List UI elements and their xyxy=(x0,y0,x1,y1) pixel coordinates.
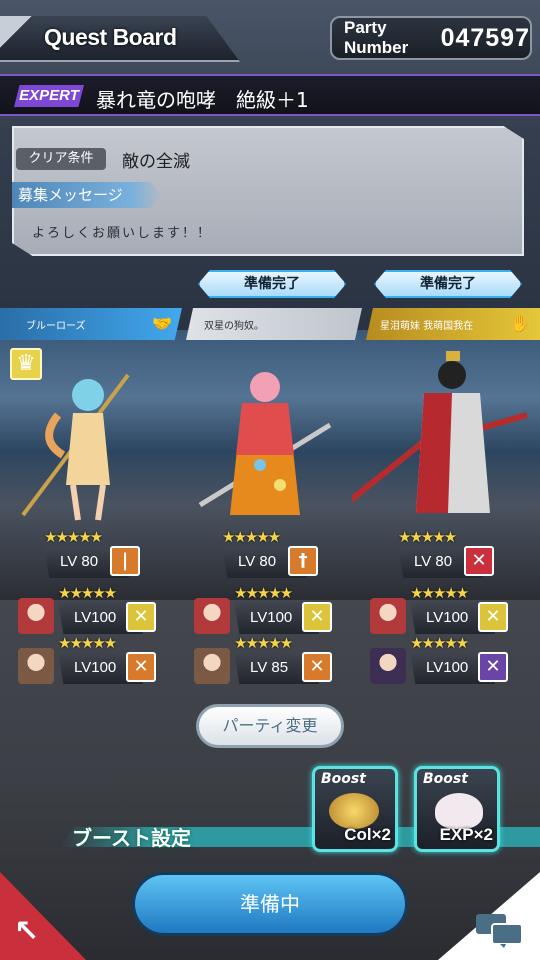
mace-icon: † xyxy=(288,546,318,576)
party-change-button[interactable]: パーティ変更 xyxy=(196,704,344,748)
quest-title-bar: EXPERT 暴れ竜の咆哮 絶級＋1 xyxy=(0,74,540,116)
ready-status-player3: 準備完了 xyxy=(374,270,522,298)
boost-settings-label: ブースト設定 xyxy=(72,826,191,850)
rarity-stars: ★★★★★ xyxy=(234,584,293,602)
difficulty-badge: EXPERT xyxy=(14,85,84,107)
clear-condition-text: 敵の全滅 xyxy=(122,152,190,172)
sword-icon: | xyxy=(110,546,140,576)
cross-swords-icon: ✕ xyxy=(126,652,156,682)
rarity-stars: ★★★★★ xyxy=(410,634,469,652)
rarity-stars: ★★★★★ xyxy=(222,528,281,546)
rarity-stars: ★★★★★ xyxy=(44,528,103,546)
cross-swords-icon: ✕ xyxy=(302,652,332,682)
boost-value: EXP×2 xyxy=(439,825,493,844)
ready-button[interactable]: 準備中 xyxy=(132,872,408,936)
rarity-stars: ★★★★★ xyxy=(58,634,117,652)
rarity-stars: ★★★★★ xyxy=(234,634,293,652)
party-number-panel: Party Number 047597 xyxy=(330,16,532,60)
rarity-stars: ★★★★★ xyxy=(58,584,117,602)
boost-tag: Boost xyxy=(423,771,468,787)
party-number-value: 047597 xyxy=(440,23,530,52)
support-portrait[interactable] xyxy=(18,598,54,634)
player-name-2: 双星の狗奴。 xyxy=(204,321,264,332)
player-name-3: 星泪萌妹 我萌国我在 xyxy=(380,321,474,332)
boost-tag: Boost xyxy=(321,771,366,787)
boost-value: Col×2 xyxy=(344,825,391,844)
rarity-stars: ★★★★★ xyxy=(398,528,457,546)
cross-swords-icon: ✕ xyxy=(478,602,508,632)
support-portrait[interactable] xyxy=(370,598,406,634)
support-portrait[interactable] xyxy=(370,648,406,684)
player-bar-1: ブルーローズ 🤝 xyxy=(0,308,182,340)
boost-col-button[interactable]: Boost Col×2 xyxy=(312,766,398,852)
dual-sword-icon: ✕ xyxy=(464,546,494,576)
rarity-stars: ★★★★★ xyxy=(410,584,469,602)
chat-icon xyxy=(476,914,523,948)
player-bar-2: 双星の狗奴。 xyxy=(186,308,362,340)
player-name-1: ブルーローズ xyxy=(26,321,86,332)
quest-name: 暴れ竜の咆哮 絶級＋1 xyxy=(96,88,309,112)
clear-condition-tag: クリア条件 xyxy=(16,148,106,170)
boost-exp-button[interactable]: Boost EXP×2 xyxy=(414,766,500,852)
character-sprite-1[interactable] xyxy=(18,345,168,545)
player-bar-3: 星泪萌妹 我萌国我在 ✋ xyxy=(366,308,540,340)
mascot-icon xyxy=(435,793,483,829)
recruit-message-text: よろしくお願いします！！ xyxy=(32,226,213,241)
cross-swords-icon: ✕ xyxy=(126,602,156,632)
recruit-message-tag: 募集メッセージ xyxy=(12,182,162,208)
hand-icon: ✋ xyxy=(510,314,530,333)
ready-status-player2: 準備完了 xyxy=(198,270,346,298)
party-number-label: Party Number xyxy=(344,18,409,57)
support-portrait[interactable] xyxy=(194,598,230,634)
support-portrait[interactable] xyxy=(18,648,54,684)
cross-swords-icon: ✕ xyxy=(478,652,508,682)
page-title: Quest Board xyxy=(44,24,177,50)
handshake-icon: 🤝 xyxy=(152,314,172,333)
coins-icon xyxy=(329,793,379,829)
character-sprite-2[interactable] xyxy=(190,345,340,545)
header: Quest Board Party Number 047597 xyxy=(0,0,540,70)
cross-swords-icon: ✕ xyxy=(302,602,332,632)
support-portrait[interactable] xyxy=(194,648,230,684)
character-sprite-3[interactable] xyxy=(330,345,528,545)
